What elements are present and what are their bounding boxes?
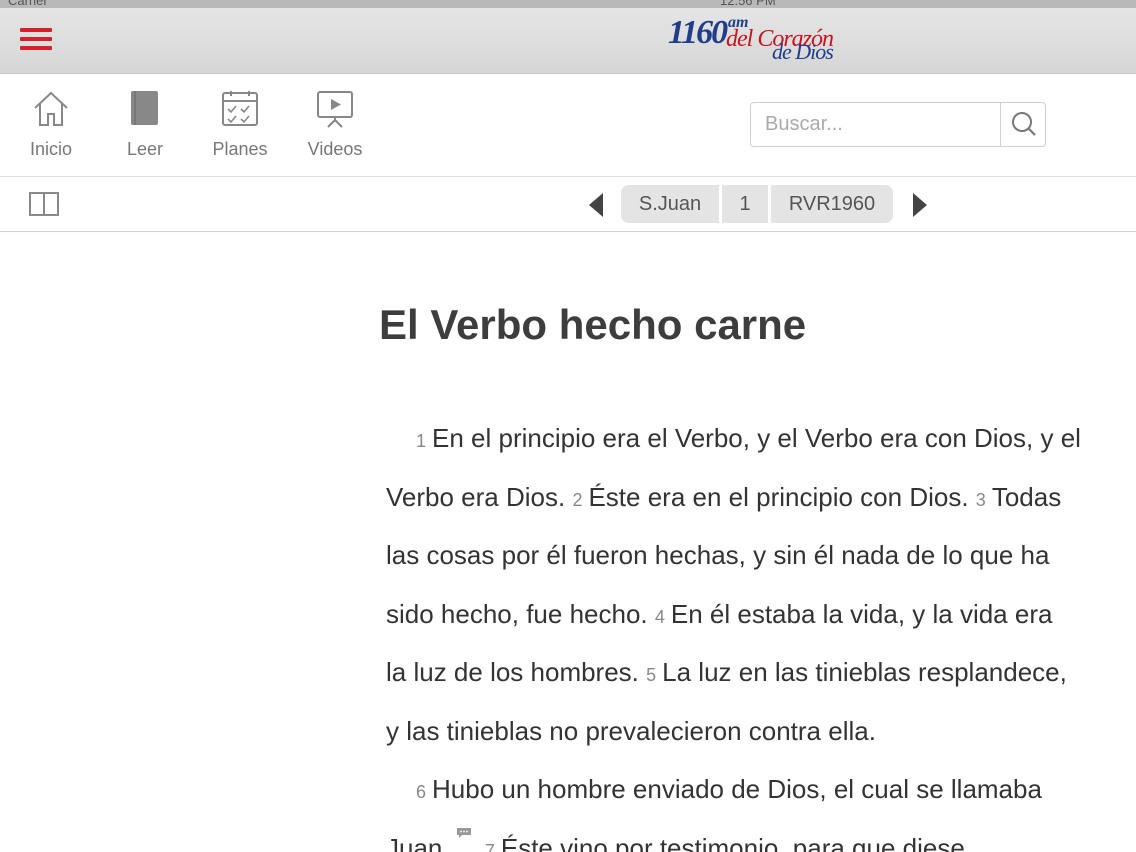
version-selector[interactable]: RVR1960 [771, 185, 893, 223]
nav-label: Leer [126, 139, 164, 159]
verse-line: la luz de los hombres. 5 La luz en las ti… [386, 643, 1136, 702]
verse-text-segment: Éste era en el principio con Dios. [588, 481, 969, 512]
verse-line: 6 Hubo un hombre enviado de Dios, el cual… [386, 760, 1136, 819]
app-header: Carrier 12:56 PM 1160 am del Corazón de … [0, 0, 1136, 74]
verse-text: 1 En el principio era el Verbo, y el Verb… [386, 409, 1136, 852]
nav-label: Planes [212, 139, 268, 159]
status-time: 12:56 PM [720, 0, 776, 8]
search-box [750, 102, 1046, 147]
book-selector[interactable]: S.Juan [621, 185, 719, 223]
chapter-toolbar: S.Juan 1 RVR1960 [0, 178, 1136, 232]
search-button[interactable] [1000, 103, 1046, 146]
verse-text-segment: En el principio era el Verbo, y el Verbo… [432, 423, 1081, 453]
verse-text-segment: Hubo un hombre enviado de Dios, el cual … [432, 774, 1042, 804]
next-chapter-button[interactable] [909, 192, 929, 218]
verse-text-segment: Verbo era Dios. [386, 481, 566, 512]
carrier-label: Carrier [8, 0, 48, 8]
verse-number[interactable]: 6 [416, 782, 426, 802]
search-input[interactable] [751, 103, 999, 146]
verse-text-segment: la luz de los hombres. [386, 657, 639, 687]
verse-line: las cosas por él fueron hechas, y sin él… [386, 526, 1136, 585]
home-icon [34, 91, 68, 126]
nav-label: Videos [307, 139, 363, 159]
verse-text-segment: Juan. [386, 832, 450, 852]
split-view-icon [29, 192, 59, 216]
main-nav: Inicio Leer Planes Videos [0, 75, 1136, 177]
verse-text-segment: Éste vino por testimonio, para que diese [500, 832, 965, 852]
nav-item-inicio[interactable]: Inicio [11, 89, 91, 160]
verse-line: Verbo era Dios. 2 Éste era en el principi… [386, 468, 1136, 527]
verse-line: Juan. 7 Éste vino por testimonio, para qu… [386, 819, 1136, 852]
verse-line: y las tinieblas no prevalecieron contra … [386, 702, 1136, 761]
footnote-comment-icon[interactable] [456, 827, 472, 839]
book-icon [131, 91, 158, 125]
verse-text-segment: y las tinieblas no prevalecieron contra … [386, 715, 876, 746]
search-icon [1012, 112, 1036, 136]
nav-label: Inicio [29, 139, 73, 159]
chevron-left-icon [589, 193, 603, 217]
verse-line: sido hecho, fue hecho. 4 En él estaba la … [386, 585, 1136, 644]
previous-chapter-button[interactable] [587, 192, 607, 218]
passage-heading: El Verbo hecho carne [379, 301, 807, 348]
verse-number[interactable]: 7 [485, 841, 495, 852]
verse-text-segment: las cosas por él fueron hechas, y sin él… [386, 540, 1050, 570]
verse-number[interactable]: 4 [655, 607, 665, 627]
video-icon [317, 91, 353, 128]
station-logo[interactable]: 1160 am del Corazón de Dios [668, 14, 848, 64]
verse-text-segment: sido hecho, fue hecho. [386, 598, 648, 629]
reading-pane: El Verbo hecho carne 1 En el principio er… [0, 233, 1136, 852]
verse-number[interactable]: 5 [646, 665, 656, 685]
nav-item-videos[interactable]: Videos [295, 89, 375, 160]
verse-text-segment: En él estaba la vida, y la vida era [670, 598, 1053, 629]
nav-item-leer[interactable]: Leer [105, 89, 185, 160]
chapter-selector[interactable]: 1 [722, 185, 768, 223]
verse-number[interactable]: 1 [416, 431, 426, 451]
verse-number[interactable]: 2 [572, 490, 582, 510]
plans-calendar-icon [222, 91, 258, 126]
verse-number[interactable]: 3 [976, 490, 986, 510]
verse-text-segment: Todas [991, 481, 1062, 512]
nav-item-planes[interactable]: Planes [200, 89, 280, 160]
menu-hamburger-icon[interactable] [20, 28, 52, 54]
status-bar: Carrier 12:56 PM [0, 0, 1136, 8]
verse-text-segment: La luz en las tinieblas resplandece, [662, 657, 1067, 687]
split-view-button[interactable] [29, 192, 59, 216]
chevron-right-icon [913, 193, 927, 217]
verse-line: 1 En el principio era el Verbo, y el Verb… [386, 409, 1136, 468]
